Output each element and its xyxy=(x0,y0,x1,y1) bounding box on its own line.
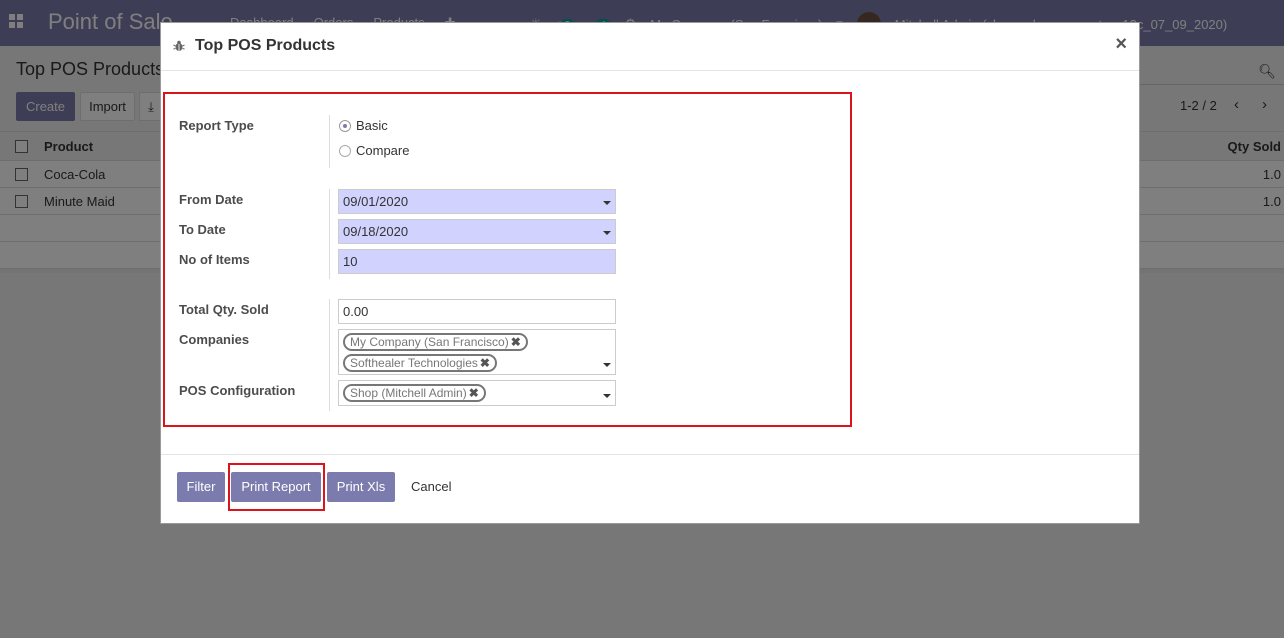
filter-button[interactable]: Filter xyxy=(177,472,225,502)
pos-config-field[interactable]: Shop (Mitchell Admin) ✖ xyxy=(338,380,616,406)
radio-basic-label[interactable]: Basic xyxy=(356,118,388,133)
radio-basic[interactable] xyxy=(339,120,351,132)
no-of-items-label: No of Items xyxy=(179,252,250,267)
to-date-label: To Date xyxy=(179,222,226,237)
separator xyxy=(329,189,330,279)
pos-config-tag[interactable]: Shop (Mitchell Admin) ✖ xyxy=(343,384,486,402)
companies-label: Companies xyxy=(179,332,250,347)
to-date-field[interactable]: 09/18/2020 xyxy=(338,219,616,244)
from-date-value: 09/01/2020 xyxy=(343,194,409,209)
radio-compare-label[interactable]: Compare xyxy=(356,143,409,158)
modal-title: Top POS Products xyxy=(195,37,336,54)
remove-tag-icon[interactable]: ✖ xyxy=(480,356,490,370)
no-of-items-field[interactable]: 10 xyxy=(338,249,616,274)
print-report-button[interactable]: Print Report xyxy=(231,472,321,502)
total-qty-value: 0.00 xyxy=(343,304,369,319)
bug-icon xyxy=(173,40,185,51)
chevron-down-icon[interactable] xyxy=(603,394,611,398)
from-date-field[interactable]: 09/01/2020 xyxy=(338,189,616,214)
cancel-button[interactable]: Cancel xyxy=(411,479,451,494)
print-xls-button[interactable]: Print Xls xyxy=(327,472,395,502)
from-date-label: From Date xyxy=(179,192,244,207)
companies-field[interactable]: My Company (San Francisco) ✖ Softhealer T… xyxy=(338,329,616,375)
company-tag-label: My Company (San Francisco) xyxy=(350,335,509,349)
remove-tag-icon[interactable]: ✖ xyxy=(469,386,479,400)
pos-config-label: POS Configuration xyxy=(179,383,296,398)
company-tag[interactable]: Softhealer Technologies ✖ xyxy=(343,354,497,372)
remove-tag-icon[interactable]: ✖ xyxy=(511,335,521,349)
to-date-value: 09/18/2020 xyxy=(343,224,409,239)
chevron-down-icon[interactable] xyxy=(603,201,611,205)
company-tag-label: Softhealer Technologies xyxy=(350,356,478,370)
report-form: Report Type Basic Compare From Date 09/0… xyxy=(163,92,852,427)
modal-header: Top POS Products × xyxy=(161,23,1139,71)
chevron-down-icon[interactable] xyxy=(603,231,611,235)
modal-footer: Filter Print Report Print Xls Cancel xyxy=(161,454,1139,523)
radio-compare[interactable] xyxy=(339,145,351,157)
total-qty-label: Total Qty. Sold xyxy=(179,302,269,317)
separator xyxy=(329,299,330,411)
report-type-label: Report Type xyxy=(179,118,254,133)
separator xyxy=(329,115,330,168)
no-of-items-value: 10 xyxy=(343,254,358,269)
pos-config-tag-label: Shop (Mitchell Admin) xyxy=(350,386,467,400)
chevron-down-icon[interactable] xyxy=(603,363,611,367)
company-tag[interactable]: My Company (San Francisco) ✖ xyxy=(343,333,528,351)
total-qty-field[interactable]: 0.00 xyxy=(338,299,616,324)
close-icon[interactable]: × xyxy=(1115,33,1127,56)
report-wizard-dialog: Top POS Products × Report Type Basic Com… xyxy=(160,22,1140,524)
